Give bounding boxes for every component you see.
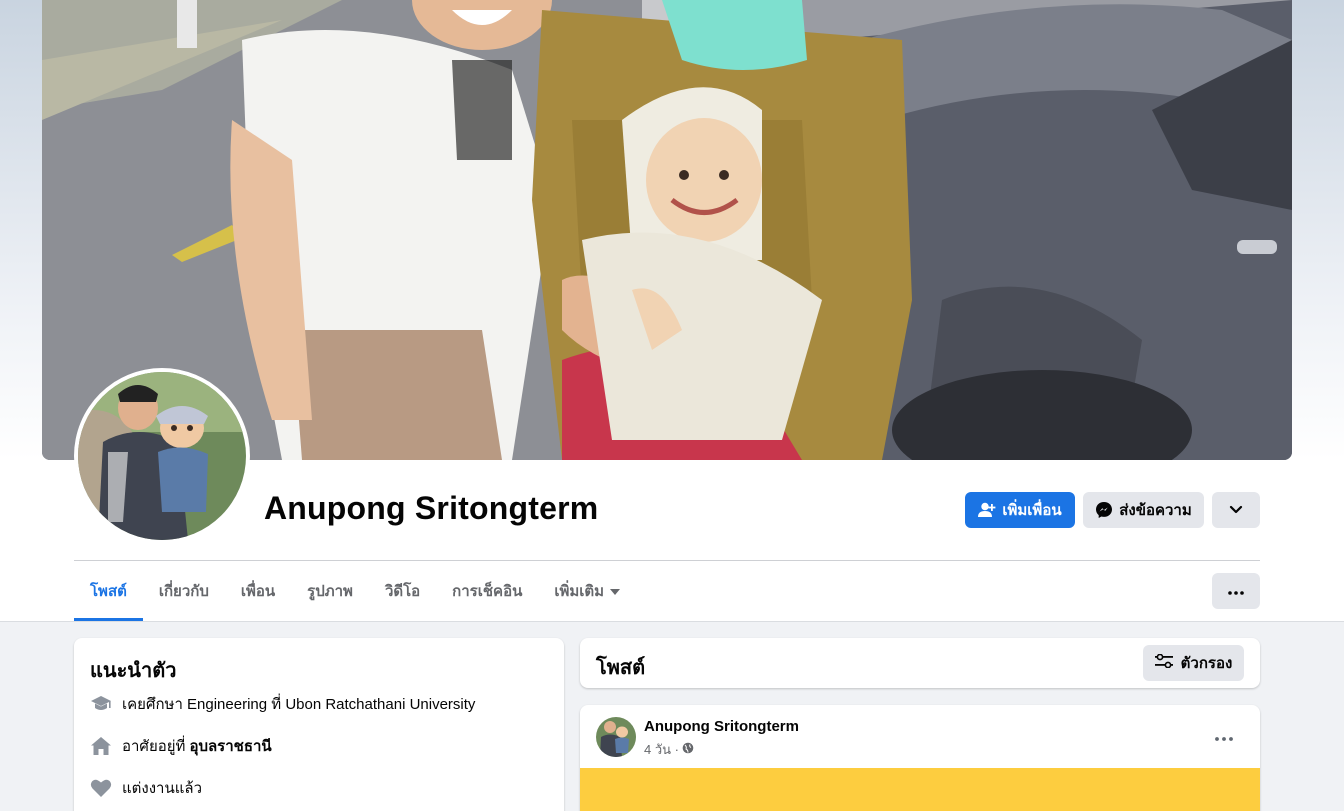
- post-card: Anupong Sritongterm 4 วัน ·: [580, 705, 1260, 811]
- tab-label: เพิ่มเติม: [554, 583, 605, 600]
- tab-label: เกี่ยวกับ: [158, 583, 209, 600]
- intro-location: อาศัยอยู่ที่ อุบลราชธานี: [90, 734, 272, 758]
- globe-icon: [682, 742, 694, 757]
- intro-card: แนะนำตัว เคยศึกษา Engineering ที่ Ubon R…: [74, 638, 564, 811]
- ellipsis-icon: [1228, 582, 1244, 600]
- filter-label: ตัวกรอง: [1180, 655, 1233, 672]
- tab-checkins[interactable]: การเช็คอิน: [436, 561, 538, 621]
- intro-location-link[interactable]: อุบลราชธานี: [189, 734, 271, 758]
- add-friend-label: เพิ่มเพื่อน: [1002, 502, 1062, 519]
- tab-label: โพสต์: [90, 583, 127, 600]
- post-author-name[interactable]: Anupong Sritongterm: [644, 718, 799, 735]
- tab-photos[interactable]: รูปภาพ: [291, 561, 369, 621]
- more-options-button[interactable]: [1212, 492, 1260, 528]
- graduation-cap-icon: [90, 693, 112, 715]
- post-meta: 4 วัน ·: [644, 739, 694, 760]
- profile-name: Anupong Sritongterm: [264, 490, 599, 526]
- post-timestamp[interactable]: 4 วัน ·: [644, 739, 679, 760]
- intro-education: เคยศึกษา Engineering ที่ Ubon Ratchathan…: [90, 692, 475, 716]
- post-options-button[interactable]: [1206, 719, 1242, 755]
- tab-videos[interactable]: วิดีโอ: [369, 561, 436, 621]
- ellipsis-icon: [1215, 728, 1233, 746]
- filter-icon: [1154, 653, 1173, 672]
- caret-down-icon: [610, 583, 621, 600]
- filter-button[interactable]: ตัวกรอง: [1143, 645, 1244, 681]
- tabs-more-button[interactable]: [1212, 573, 1260, 609]
- tab-label: วิดีโอ: [384, 583, 421, 600]
- intro-relationship-text: แต่งงานแล้ว: [122, 780, 203, 797]
- intro-location-prefix: อาศัยอยู่ที่: [122, 738, 186, 755]
- intro-relationship: แต่งงานแล้ว: [90, 776, 202, 800]
- add-friend-button[interactable]: เพิ่มเพื่อน: [965, 492, 1075, 528]
- tab-label: เพื่อน: [240, 583, 276, 600]
- messenger-icon: [1095, 501, 1113, 519]
- tab-more[interactable]: เพิ่มเติม: [538, 561, 636, 621]
- tab-posts[interactable]: โพสต์: [74, 561, 143, 621]
- posts-title: โพสต์: [596, 657, 646, 679]
- post-author-avatar[interactable]: [596, 717, 636, 757]
- home-icon: [90, 735, 112, 757]
- post-image[interactable]: [580, 768, 1260, 811]
- tab-about[interactable]: เกี่ยวกับ: [143, 561, 225, 621]
- profile-avatar[interactable]: [74, 368, 250, 544]
- cover-photo[interactable]: [42, 0, 1292, 460]
- intro-title: แนะนำตัว: [90, 660, 177, 682]
- posts-header-card: โพสต์ ตัวกรอง: [580, 638, 1260, 688]
- tab-friends[interactable]: เพื่อน: [225, 561, 291, 621]
- add-friend-icon: [978, 502, 996, 518]
- message-button[interactable]: ส่งข้อความ: [1083, 492, 1204, 528]
- chevron-down-icon: [1229, 505, 1243, 515]
- tab-label: รูปภาพ: [307, 583, 353, 600]
- tab-label: การเช็คอิน: [452, 583, 523, 600]
- profile-tabs: โพสต์ เกี่ยวกับ เพื่อน รูปภาพ วิดีโอ การ…: [74, 561, 636, 621]
- message-label: ส่งข้อความ: [1119, 502, 1192, 519]
- intro-education-text: เคยศึกษา Engineering ที่ Ubon Ratchathan…: [122, 696, 476, 713]
- heart-icon: [90, 777, 112, 799]
